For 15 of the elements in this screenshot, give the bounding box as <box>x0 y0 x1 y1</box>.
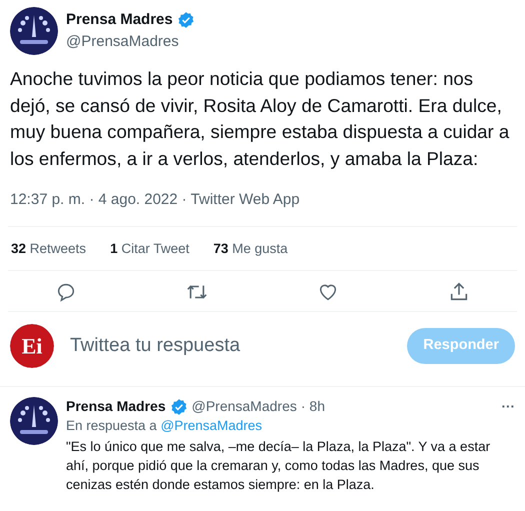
reply-context: En respuesta a @PrensaMadres <box>66 417 264 436</box>
more-icon[interactable]: ··· <box>502 397 515 416</box>
tweet-text: Anoche tuvimos la peor noticia que podiamos tener: nos dejó, se cansó de vivir, Rosita Aloy de Camarotti. Era dulce, muy buena compañera, siempre estaba dispuesta a cuidar a los enfermos, a ir a verlos, atenderlos, y amaba la Plaza: <box>9 67 510 171</box>
stat-link[interactable]: 1 Citar Tweet <box>110 238 190 260</box>
reply-text: "Es lo único que me salva, –me decía– la Plaza, la Plaza". Y va a estar ahí, porque pidió que la cremaran y, como todas las Madres, que sus cenizas estén donde estamos siempre: en la Plaza. <box>66 438 492 494</box>
author-name[interactable]: Prensa Madres <box>66 8 173 31</box>
stat-link[interactable]: 32 Retweets <box>11 238 86 260</box>
avatar[interactable] <box>10 397 58 446</box>
timestamp[interactable]: · 8h <box>300 397 325 416</box>
author-handle[interactable]: @PrensaMadres <box>66 31 195 54</box>
tweet-meta: 12:37 p. m. · 4 ago. 2022 · Twitter Web App <box>10 191 300 208</box>
avatar[interactable] <box>10 7 58 55</box>
author-name[interactable]: Prensa Madres <box>66 397 166 416</box>
author-handle[interactable]: @PrensaMadres <box>192 397 297 416</box>
stat-link[interactable]: 73 Me gusta <box>213 238 288 260</box>
